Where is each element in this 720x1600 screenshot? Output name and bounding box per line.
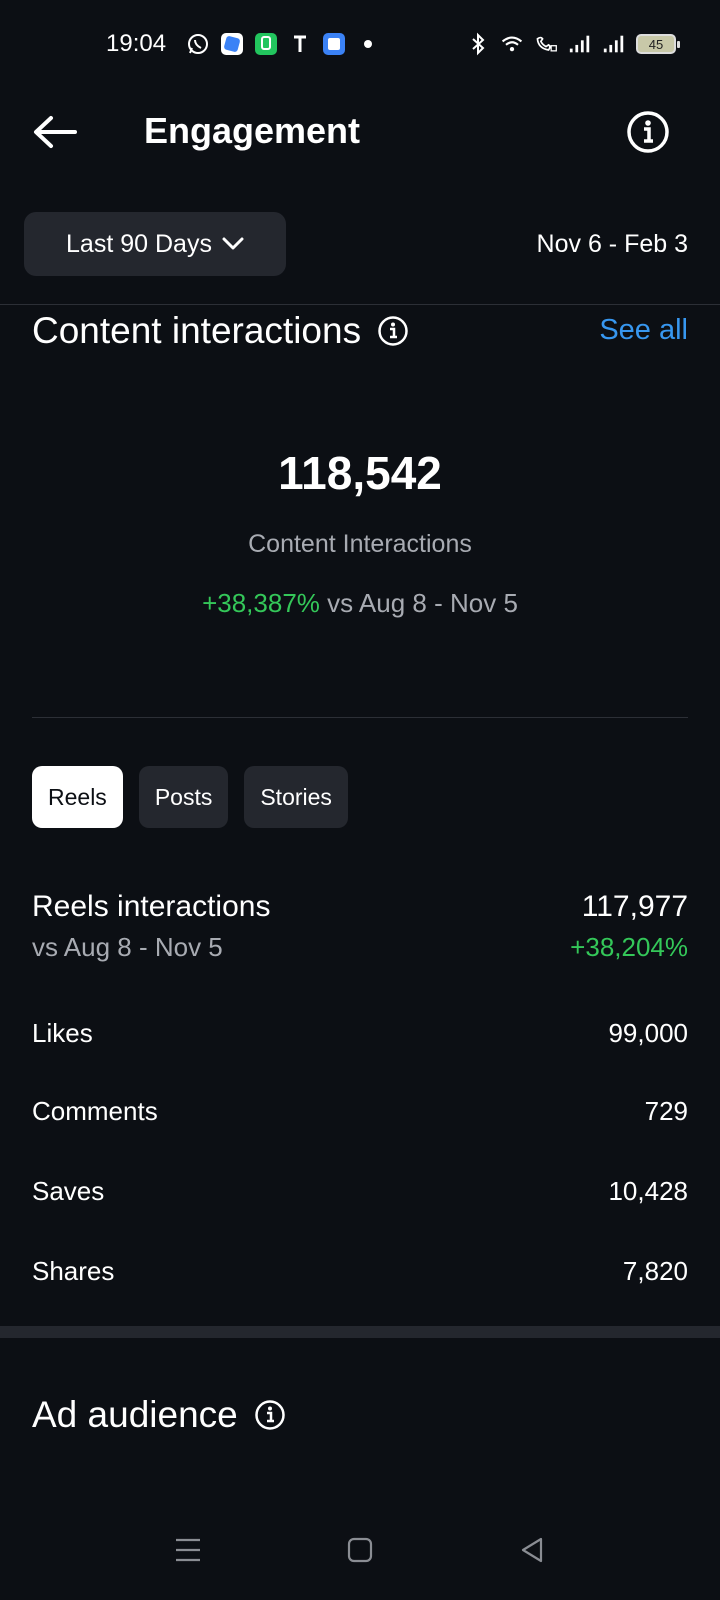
metric-label: Saves (32, 1176, 105, 1206)
date-range-text: Nov 6 - Feb 3 (536, 230, 688, 258)
signal-icon (602, 32, 626, 56)
metric-value: 10,428 (608, 1176, 688, 1206)
metric-row-saves: Saves 10,428 (32, 1176, 688, 1216)
signal-icon (568, 32, 592, 56)
notification-icons (186, 32, 380, 56)
info-icon[interactable] (254, 1399, 286, 1431)
info-icon (627, 111, 669, 153)
status-bar: 19:04 45 (0, 0, 720, 92)
tab-posts[interactable]: Posts (138, 766, 229, 828)
metric-label: Shares (32, 1256, 115, 1286)
page-title: Engagement (144, 110, 361, 151)
bluetooth-icon (466, 32, 490, 56)
section-divider (0, 1326, 720, 1338)
filter-row: Last 90 Days Nov 6 - Feb 3 (0, 212, 720, 278)
total-interactions-label: Content Interactions (248, 530, 472, 558)
wifi-call-icon (534, 32, 558, 56)
metric-value: 729 (644, 1096, 688, 1126)
square-icon (347, 1537, 373, 1563)
total-interactions: 118,542 (278, 447, 442, 499)
metric-value: 7,820 (622, 1256, 688, 1286)
reels-change-percent: +38,204% (570, 932, 688, 962)
app-icon-blue (220, 32, 244, 56)
comparison-period: vs Aug 8 - Nov 5 (327, 588, 518, 618)
divider (32, 717, 688, 718)
status-time: 19:04 (106, 30, 167, 57)
info-button[interactable] (626, 110, 670, 154)
section-title: Ad audience (32, 1394, 238, 1435)
content-interactions-heading: Content interactions (32, 310, 409, 352)
content-type-tabs: Reels Posts Stories (32, 766, 348, 828)
metric-row-shares: Shares 7,820 (32, 1256, 688, 1296)
tab-stories[interactable]: Stories (244, 766, 348, 828)
section-title: Content interactions (32, 310, 362, 351)
recents-button[interactable] (168, 1530, 208, 1570)
chevron-down-icon (222, 237, 244, 250)
app-icon-square (322, 32, 346, 56)
system-icons: 45 (466, 32, 680, 56)
metric-row-comments: Comments 729 (32, 1096, 688, 1136)
engagement-screen: 19:04 45 Engagement Last 90 Days Nov 6 -… (0, 0, 720, 1600)
comparison-line: +38,387% vs Aug 8 - Nov 5 (0, 588, 720, 619)
menu-icon (176, 1538, 200, 1562)
info-icon[interactable] (377, 315, 409, 347)
ad-audience-heading: Ad audience (32, 1394, 286, 1436)
arrow-left-icon (34, 116, 77, 148)
system-navigation-bar (0, 1500, 720, 1600)
home-button[interactable] (340, 1530, 380, 1570)
metric-label: Comments (32, 1096, 158, 1126)
change-percent: +38,387% (202, 588, 320, 618)
dot-icon (356, 32, 380, 56)
back-button[interactable] (30, 112, 80, 152)
app-icon-green (254, 32, 278, 56)
top-app-bar: Engagement (0, 92, 720, 172)
battery-indicator: 45 (636, 34, 680, 54)
metric-row-likes: Likes 99,000 (32, 1018, 688, 1058)
metric-value: 99,000 (608, 1018, 688, 1048)
back-nav-button[interactable] (512, 1530, 552, 1570)
reels-total: 117,977 (581, 890, 688, 923)
date-range-dropdown[interactable]: Last 90 Days (24, 212, 286, 276)
metric-label: Likes (32, 1018, 93, 1048)
whatsapp-icon (186, 32, 210, 56)
triangle-back-icon (521, 1537, 543, 1563)
reels-interactions-title: Reels interactions (32, 890, 271, 923)
t-icon (288, 32, 312, 56)
wifi-icon (500, 32, 524, 56)
tab-reels[interactable]: Reels (32, 766, 123, 828)
reels-comparison-period: vs Aug 8 - Nov 5 (32, 932, 223, 962)
see-all-link[interactable]: See all (599, 314, 688, 347)
range-label: Last 90 Days (66, 229, 212, 258)
divider (0, 304, 720, 305)
